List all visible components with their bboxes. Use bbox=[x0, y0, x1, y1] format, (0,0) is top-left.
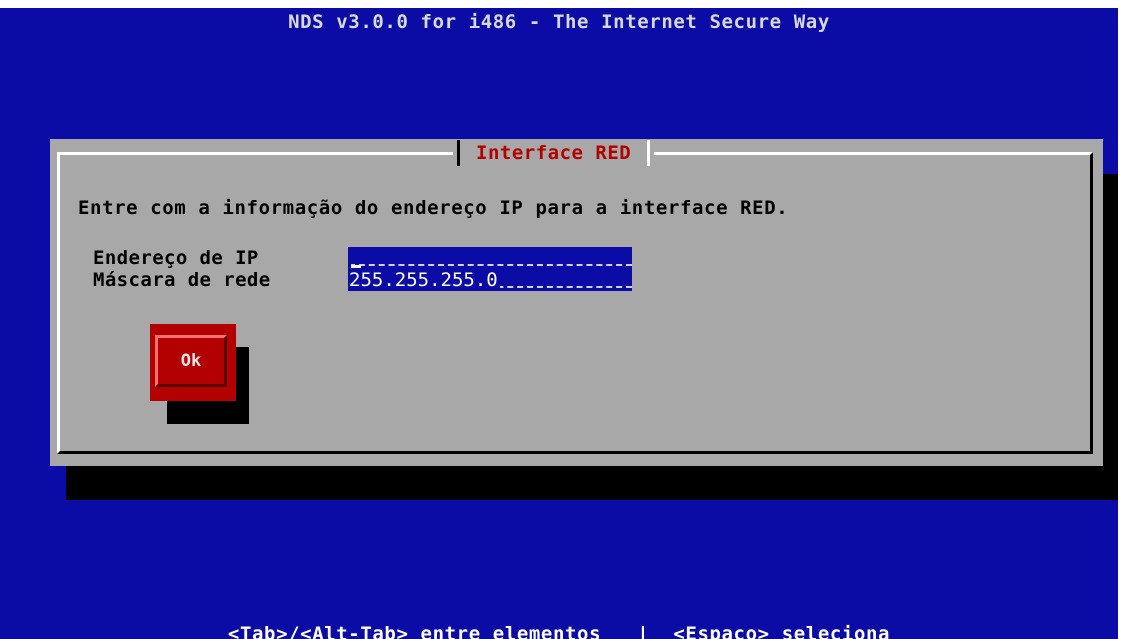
title-divider-right bbox=[647, 140, 651, 166]
keyboard-help-line: <Tab>/<Alt-Tab> entre elementos | <Espaç… bbox=[227, 623, 891, 639]
ip-address-row: Endereço de IP bbox=[93, 247, 632, 269]
netmask-field[interactable]: 255.255.255.0 bbox=[348, 269, 632, 291]
ok-button-label: Ok bbox=[180, 351, 202, 371]
ip-address-label: Endereço de IP bbox=[93, 247, 259, 269]
field-placeholder-underline bbox=[349, 264, 632, 266]
terminal-screen: NDS v3.0.0 for i486 - The Internet Secur… bbox=[0, 8, 1118, 639]
window-title: NDS v3.0.0 for i486 - The Internet Secur… bbox=[288, 11, 830, 33]
ip-address-field[interactable] bbox=[348, 247, 632, 269]
ok-button[interactable]: Ok bbox=[150, 324, 236, 401]
interface-red-dialog: Interface RED Entre com a informação do … bbox=[50, 139, 1103, 466]
netmask-label: Máscara de rede bbox=[93, 269, 271, 291]
dialog-title: Interface RED bbox=[476, 142, 632, 164]
ok-button-bevel: Ok bbox=[155, 335, 227, 387]
netmask-row: Máscara de rede 255.255.255.0 bbox=[93, 269, 632, 291]
instruction-text: Entre com a informação do endereço IP pa… bbox=[78, 197, 789, 219]
netmask-value: 255.255.255.0 bbox=[349, 269, 500, 291]
ip-address-value bbox=[349, 247, 351, 269]
dialog-title-bar: Interface RED bbox=[453, 139, 655, 167]
